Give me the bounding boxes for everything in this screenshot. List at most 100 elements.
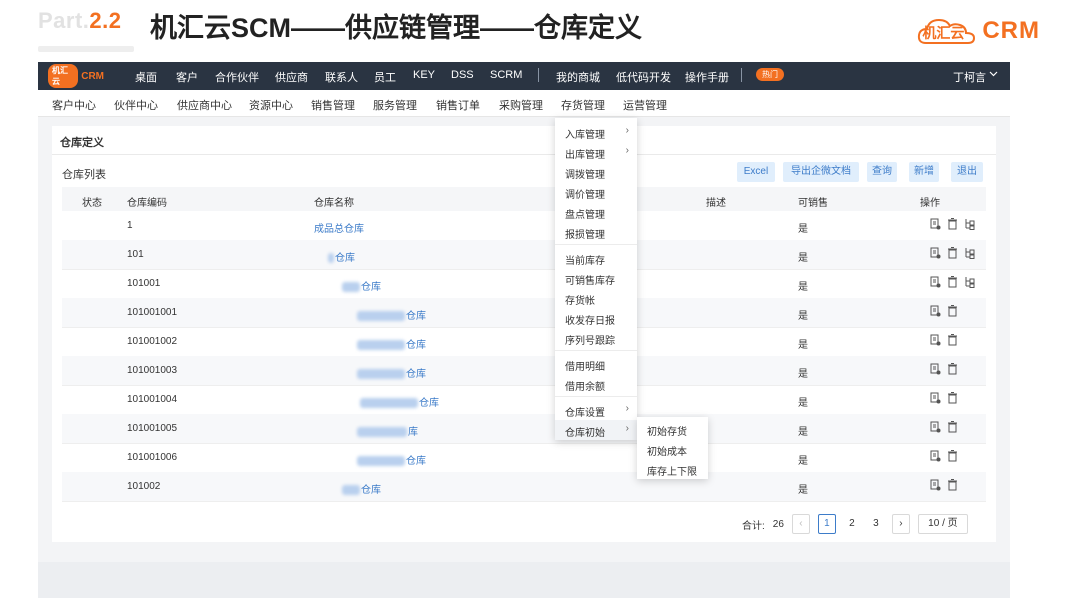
subnav-item-sales-order[interactable]: 销售订单: [436, 97, 480, 113]
topnav-item-employee[interactable]: 员工: [374, 69, 396, 85]
page-3-button[interactable]: 3: [868, 515, 884, 533]
page-2-button[interactable]: 2: [844, 515, 860, 533]
menu-item-label: 库存上下限: [647, 467, 697, 478]
edit-icon[interactable]: [930, 392, 941, 404]
topnav-item-mall[interactable]: 我的商城: [556, 69, 600, 85]
delete-icon[interactable]: [947, 392, 958, 404]
menu-item-transfer[interactable]: 调拨管理: [565, 166, 605, 181]
table-row[interactable]: 101001 仓库 是: [62, 269, 986, 299]
topnav-item-manual[interactable]: 操作手册: [685, 69, 729, 85]
topnav-item-supplier[interactable]: 供应商: [275, 69, 308, 85]
table-row[interactable]: 101 仓库 是: [62, 240, 986, 270]
row-name-link[interactable]: 仓库: [360, 394, 439, 409]
add-button[interactable]: 新增: [909, 162, 939, 182]
app-logo[interactable]: 机汇云 CRM: [48, 64, 104, 88]
topnav-item-customer[interactable]: 客户: [176, 69, 198, 85]
hot-badge[interactable]: 热门: [756, 68, 784, 81]
page-size-select[interactable]: 10 / 页: [917, 514, 968, 534]
table-row[interactable]: 101002 仓库 是: [62, 472, 986, 502]
row-name-link[interactable]: 仓库: [357, 336, 426, 351]
topnav-item-partner[interactable]: 合作伙伴: [215, 69, 259, 85]
edit-icon[interactable]: [930, 276, 941, 288]
subnav-item-customer-center[interactable]: 客户中心: [52, 97, 96, 113]
edit-icon[interactable]: [930, 450, 941, 462]
menu-item-price-adjust[interactable]: 调价管理: [565, 186, 605, 201]
edit-icon[interactable]: [930, 363, 941, 375]
chevron-down-icon[interactable]: [989, 69, 998, 80]
menu-item-inventory-ledger[interactable]: 存货帐: [565, 292, 595, 307]
menu-item-borrow-detail[interactable]: 借用明细: [565, 358, 605, 373]
menu-item-loss-report[interactable]: 报损管理: [565, 226, 605, 241]
submenu-item-initial-stock[interactable]: 初始存货: [647, 423, 687, 438]
query-button[interactable]: 查询: [867, 162, 897, 182]
menu-item-warehouse-init[interactable]: 仓库初始: [565, 424, 605, 439]
next-page-button[interactable]: ›: [891, 514, 910, 534]
row-name-link[interactable]: 成品总仓库: [314, 220, 364, 235]
row-name-link[interactable]: 仓库: [357, 452, 426, 467]
table-row[interactable]: 101001005 库 是: [62, 414, 986, 444]
table-row[interactable]: 101001001 仓库 是: [62, 298, 986, 328]
row-name-link[interactable]: 仓库: [342, 278, 381, 293]
hierarchy-icon[interactable]: [964, 247, 975, 259]
subnav-item-purchase[interactable]: 采购管理: [499, 97, 543, 113]
edit-icon[interactable]: [930, 334, 941, 346]
table-row[interactable]: 101001002 仓库 是: [62, 327, 986, 357]
delete-icon[interactable]: [947, 421, 958, 433]
table-row[interactable]: 101001003 仓库 是: [62, 356, 986, 386]
subnav-item-sales[interactable]: 销售管理: [311, 97, 355, 113]
row-saleable: 是: [798, 369, 808, 380]
menu-item-serial-tracking[interactable]: 序列号跟踪: [565, 332, 615, 347]
menu-item-daily-report[interactable]: 收发存日报: [565, 312, 615, 327]
menu-item-borrow-balance[interactable]: 借用余额: [565, 378, 605, 393]
delete-icon[interactable]: [947, 479, 958, 491]
page-1-button[interactable]: 1: [817, 514, 836, 534]
exit-button[interactable]: 退出: [951, 162, 983, 182]
row-name-link[interactable]: 仓库: [357, 365, 426, 380]
subnav-item-operations[interactable]: 运营管理: [623, 97, 667, 113]
subnav-item-resource-center[interactable]: 资源中心: [249, 97, 293, 113]
menu-item-inbound[interactable]: 入库管理: [565, 126, 605, 141]
row-name-link[interactable]: 库: [357, 423, 418, 438]
delete-icon[interactable]: [947, 276, 958, 288]
edit-icon[interactable]: [930, 305, 941, 317]
subnav-item-partner-center[interactable]: 伙伴中心: [114, 97, 158, 113]
topnav-item-desktop[interactable]: 桌面: [135, 69, 157, 85]
topnav-item-key[interactable]: KEY: [413, 69, 435, 81]
subnav-item-supplier-center[interactable]: 供应商中心: [177, 97, 232, 113]
submenu-item-initial-cost[interactable]: 初始成本: [647, 443, 687, 458]
row-name-link[interactable]: 仓库: [328, 249, 355, 264]
user-name[interactable]: 丁柯言: [953, 69, 986, 85]
delete-icon[interactable]: [947, 450, 958, 462]
topnav-item-lowcode[interactable]: 低代码开发: [616, 69, 671, 85]
excel-button[interactable]: Excel: [737, 162, 775, 182]
edit-icon[interactable]: [930, 218, 941, 230]
delete-icon[interactable]: [947, 247, 958, 259]
menu-item-stocktake[interactable]: 盘点管理: [565, 206, 605, 221]
menu-item-outbound[interactable]: 出库管理: [565, 146, 605, 161]
hierarchy-icon[interactable]: [964, 218, 975, 230]
table-row[interactable]: 101001004 仓库 是: [62, 385, 986, 415]
submenu-item-stock-limits[interactable]: 库存上下限: [647, 463, 697, 478]
topnav-item-dss[interactable]: DSS: [451, 69, 474, 81]
delete-icon[interactable]: [947, 305, 958, 317]
export-wecom-doc-button[interactable]: 导出企微文档: [783, 162, 859, 182]
prev-page-button[interactable]: ‹: [791, 514, 810, 534]
row-name-link[interactable]: 仓库: [342, 481, 381, 496]
hierarchy-icon[interactable]: [964, 276, 975, 288]
edit-icon[interactable]: [930, 479, 941, 491]
subnav-item-inventory[interactable]: 存货管理: [561, 97, 605, 113]
table-row[interactable]: 1 成品总仓库 是: [62, 211, 986, 241]
subnav-item-service[interactable]: 服务管理: [373, 97, 417, 113]
row-name-link[interactable]: 仓库: [357, 307, 426, 322]
delete-icon[interactable]: [947, 363, 958, 375]
table-row[interactable]: 101001006 仓库 是: [62, 443, 986, 473]
menu-item-saleable-stock[interactable]: 可销售库存: [565, 272, 615, 287]
edit-icon[interactable]: [930, 421, 941, 433]
menu-item-warehouse-settings[interactable]: 仓库设置: [565, 404, 605, 419]
topnav-item-contact[interactable]: 联系人: [325, 69, 358, 85]
delete-icon[interactable]: [947, 334, 958, 346]
edit-icon[interactable]: [930, 247, 941, 259]
delete-icon[interactable]: [947, 218, 958, 230]
menu-item-current-stock[interactable]: 当前库存: [565, 252, 605, 267]
topnav-item-scrm[interactable]: SCRM: [490, 69, 522, 81]
